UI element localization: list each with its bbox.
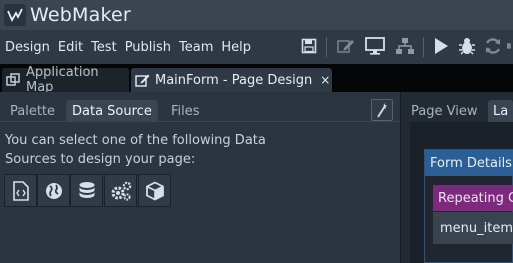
tab-files[interactable]: Files	[165, 100, 206, 122]
magic-wand-button[interactable]	[371, 99, 393, 121]
menu-edit[interactable]: Edit	[58, 40, 83, 55]
app-title: WebMaker	[30, 4, 131, 26]
menu-team[interactable]: Team	[179, 40, 213, 55]
tab-label: Application Map	[26, 65, 99, 95]
panel-tab-underline	[0, 121, 400, 122]
save-icon[interactable]	[299, 35, 319, 57]
toolbar-separator	[326, 37, 327, 57]
application-map-icon	[6, 73, 21, 87]
services-gears-icon	[111, 181, 131, 201]
services-button[interactable]	[104, 174, 137, 207]
cube-icon	[145, 180, 164, 201]
tab-palette[interactable]: Palette	[4, 100, 61, 122]
close-icon[interactable]: ×	[320, 73, 330, 87]
edit-icon[interactable]	[335, 35, 357, 57]
monitor-icon[interactable]	[363, 35, 387, 57]
toolbar-separator	[423, 37, 424, 57]
menu-design[interactable]: Design	[5, 40, 50, 55]
form-details-header[interactable]: Form Details	[425, 150, 513, 176]
data-source-description: You can select one of the following Data…	[5, 133, 266, 167]
code-source-icon	[12, 180, 29, 201]
menu-publish[interactable]: Publish	[125, 40, 171, 55]
webmaker-logo-icon	[4, 4, 26, 26]
repeating-container-header[interactable]: Repeating C	[433, 185, 513, 211]
debug-bug-icon[interactable]	[456, 35, 478, 57]
toolbar-overflow-icon[interactable]	[507, 35, 513, 57]
menu-test[interactable]: Test	[91, 40, 117, 55]
code-source-button[interactable]	[4, 174, 37, 207]
pencil-icon	[135, 73, 150, 87]
object-button[interactable]	[138, 174, 171, 207]
refresh-icon[interactable]	[482, 35, 504, 57]
tab-page-view[interactable]: Page View	[406, 100, 482, 122]
magic-wand-icon	[377, 103, 387, 118]
database-button[interactable]	[70, 174, 103, 207]
web-service-button[interactable]	[37, 174, 70, 207]
tab-layout[interactable]: La	[488, 100, 513, 122]
tab-label: MainForm - Page Design	[155, 72, 313, 88]
globe-icon	[45, 182, 62, 199]
tab-page-design[interactable]: MainForm - Page Design ×	[131, 68, 332, 92]
sitemap-icon[interactable]	[393, 35, 417, 57]
play-icon[interactable]	[431, 35, 451, 57]
title-bar: WebMaker	[0, 0, 513, 30]
menu-item-field[interactable]: menu_item	[433, 212, 513, 244]
menu-help[interactable]: Help	[221, 40, 251, 55]
tab-application-map[interactable]: Application Map	[2, 65, 129, 95]
database-icon	[79, 181, 94, 198]
tab-data-source[interactable]: Data Source	[66, 100, 158, 122]
